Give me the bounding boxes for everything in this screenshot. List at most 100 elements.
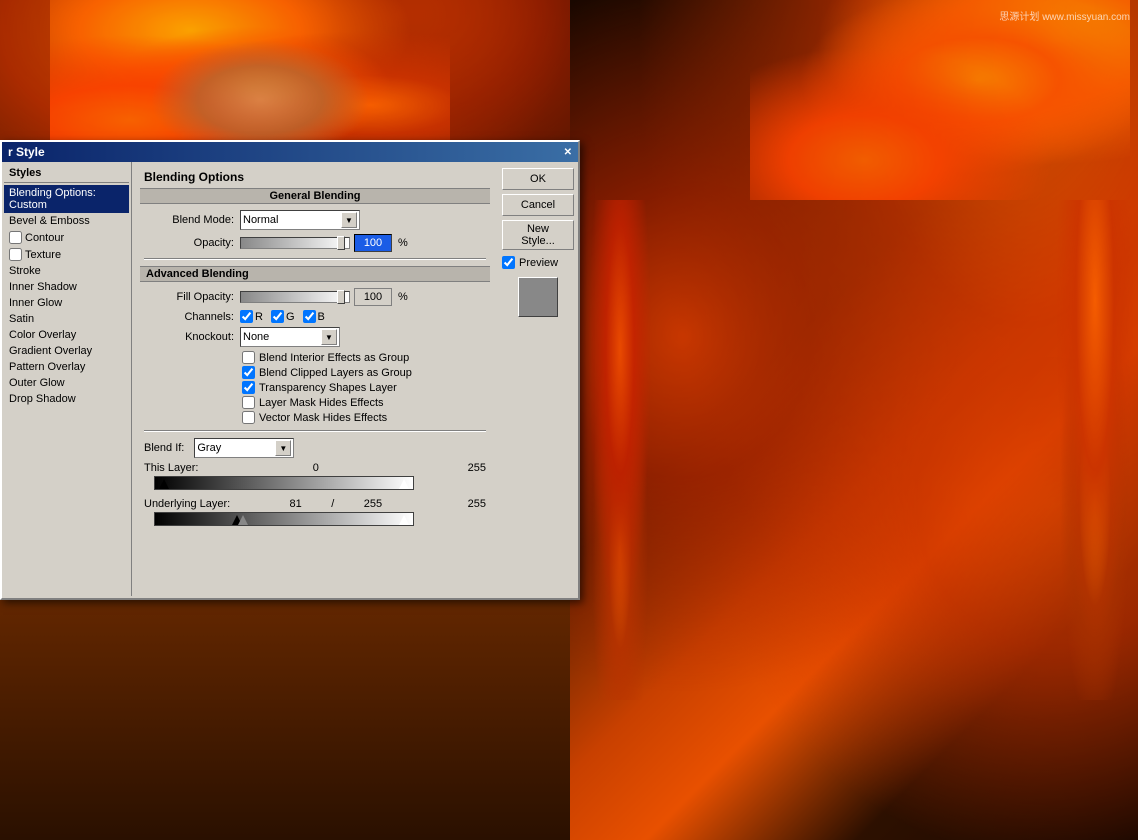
blend-if-arrow-icon[interactable]: ▼ bbox=[275, 440, 291, 456]
this-layer-slider-track[interactable] bbox=[154, 476, 414, 490]
texture-checkbox[interactable] bbox=[9, 248, 22, 261]
blend-mode-value: Normal bbox=[243, 214, 278, 226]
blend-mode-arrow-icon[interactable]: ▼ bbox=[341, 212, 357, 228]
vector-mask-row: Vector Mask Hides Effects bbox=[242, 411, 486, 424]
sidebar-item-blending-options[interactable]: Blending Options: Custom bbox=[4, 185, 129, 213]
fill-opacity-slider-container: % bbox=[240, 288, 408, 306]
preview-box bbox=[518, 277, 558, 317]
fill-opacity-input[interactable] bbox=[354, 288, 392, 306]
layer-style-dialog: r Style ✕ Styles Blending Options: Custo… bbox=[0, 140, 580, 600]
opacity-slider-track[interactable] bbox=[240, 237, 350, 249]
cancel-button[interactable]: Cancel bbox=[502, 194, 574, 216]
blend-interior-checkbox[interactable] bbox=[242, 351, 255, 364]
vector-mask-label: Vector Mask Hides Effects bbox=[259, 412, 387, 424]
blend-clipped-label: Blend Clipped Layers as Group bbox=[259, 367, 412, 379]
sidebar-item-label: Drop Shadow bbox=[9, 393, 76, 405]
sidebar-item-color-overlay[interactable]: Color Overlay bbox=[4, 327, 129, 343]
fire-right-side bbox=[1050, 200, 1138, 700]
channel-b-check: B bbox=[303, 310, 325, 323]
transparency-shapes-label: Transparency Shapes Layer bbox=[259, 382, 397, 394]
sidebar-item-label: Contour bbox=[25, 232, 64, 244]
sidebar-item-pattern-overlay[interactable]: Pattern Overlay bbox=[4, 359, 129, 375]
blend-if-dropdown[interactable]: Gray ▼ bbox=[194, 438, 294, 458]
underlying-thumb-mid[interactable] bbox=[238, 515, 248, 525]
blend-interior-row: Blend Interior Effects as Group bbox=[242, 351, 486, 364]
styles-header: Styles bbox=[4, 164, 129, 183]
sidebar-item-label: Stroke bbox=[9, 265, 41, 277]
close-icon[interactable]: ✕ bbox=[564, 147, 572, 158]
sidebar-item-outer-glow[interactable]: Outer Glow bbox=[4, 375, 129, 391]
new-style-button[interactable]: New Style... bbox=[502, 220, 574, 250]
fill-opacity-percent: % bbox=[398, 291, 408, 303]
vector-mask-checkbox[interactable] bbox=[242, 411, 255, 424]
underlying-mid: 255 bbox=[364, 498, 382, 510]
sidebar-item-inner-shadow[interactable]: Inner Shadow bbox=[4, 279, 129, 295]
watermark: 思源计划 www.missyuan.com bbox=[999, 8, 1130, 23]
this-layer-slider-container[interactable] bbox=[154, 476, 414, 490]
underlying-max: 255 bbox=[468, 498, 486, 510]
knockout-dropdown[interactable]: None ▼ bbox=[240, 327, 340, 347]
channel-b-checkbox[interactable] bbox=[303, 310, 316, 323]
blend-mode-dropdown[interactable]: Normal ▼ bbox=[240, 210, 360, 230]
knockout-arrow-icon[interactable]: ▼ bbox=[321, 329, 337, 345]
opacity-value-input[interactable] bbox=[354, 234, 392, 252]
channel-r-label: R bbox=[255, 311, 263, 323]
sidebar-item-inner-glow[interactable]: Inner Glow bbox=[4, 295, 129, 311]
sidebar-item-label: Satin bbox=[9, 313, 34, 325]
layer-mask-checkbox[interactable] bbox=[242, 396, 255, 409]
dialog-titlebar: r Style ✕ bbox=[2, 142, 578, 162]
underlying-thumb-right[interactable] bbox=[399, 515, 409, 525]
sidebar-item-gradient-overlay[interactable]: Gradient Overlay bbox=[4, 343, 129, 359]
preview-checkbox[interactable] bbox=[502, 256, 515, 269]
blend-clipped-checkbox[interactable] bbox=[242, 366, 255, 379]
channels-row: Channels: R G B bbox=[144, 310, 486, 323]
buttons-panel: OK Cancel New Style... Preview bbox=[498, 162, 578, 596]
channels-checkboxes: R G B bbox=[240, 310, 325, 323]
sidebar-item-contour[interactable]: Contour bbox=[4, 229, 129, 246]
ok-button[interactable]: OK bbox=[502, 168, 574, 190]
knockout-value: None bbox=[243, 331, 269, 343]
sidebar-item-label: Pattern Overlay bbox=[9, 361, 85, 373]
channel-g-checkbox[interactable] bbox=[271, 310, 284, 323]
layer-mask-row: Layer Mask Hides Effects bbox=[242, 396, 486, 409]
sidebar-item-texture[interactable]: Texture bbox=[4, 246, 129, 263]
underlying-layer-label: Underlying Layer: bbox=[144, 498, 244, 510]
blend-if-label: Blend If: bbox=[144, 442, 184, 454]
opacity-slider-thumb[interactable] bbox=[337, 236, 345, 250]
sidebar-item-bevel-emboss[interactable]: Bevel & Emboss bbox=[4, 213, 129, 229]
channel-g-check: G bbox=[271, 310, 295, 323]
layer-mask-label: Layer Mask Hides Effects bbox=[259, 397, 384, 409]
fill-opacity-row: Fill Opacity: % bbox=[144, 288, 486, 306]
sidebar-item-label: Bevel & Emboss bbox=[9, 215, 90, 227]
opacity-row: Opacity: % bbox=[144, 234, 486, 252]
main-content-area: Blending Options General Blending Blend … bbox=[132, 162, 498, 596]
blend-if-value: Gray bbox=[197, 442, 221, 454]
transparency-shapes-checkbox[interactable] bbox=[242, 381, 255, 394]
preview-label: Preview bbox=[519, 257, 558, 269]
sidebar-item-stroke[interactable]: Stroke bbox=[4, 263, 129, 279]
this-layer-label: This Layer: bbox=[144, 462, 244, 474]
blend-clipped-row: Blend Clipped Layers as Group bbox=[242, 366, 486, 379]
underlying-layer-slider-container[interactable] bbox=[154, 512, 414, 526]
sidebar-item-satin[interactable]: Satin bbox=[4, 311, 129, 327]
this-layer-thumb-left[interactable] bbox=[159, 479, 169, 489]
section-divider-1 bbox=[144, 258, 486, 260]
this-layer-thumb-right[interactable] bbox=[399, 479, 409, 489]
fire-left-side bbox=[580, 200, 660, 700]
channel-r-checkbox[interactable] bbox=[240, 310, 253, 323]
sidebar-item-label: Blending Options: Custom bbox=[9, 187, 96, 211]
sidebar-item-label: Outer Glow bbox=[9, 377, 65, 389]
section-divider-2 bbox=[144, 430, 486, 432]
styles-panel: Styles Blending Options: Custom Bevel & … bbox=[2, 162, 132, 596]
sidebar-item-drop-shadow[interactable]: Drop Shadow bbox=[4, 391, 129, 407]
fill-opacity-slider-track[interactable] bbox=[240, 291, 350, 303]
underlying-slider-track[interactable] bbox=[154, 512, 414, 526]
this-layer-max: 255 bbox=[468, 462, 486, 474]
advanced-blending-title: Advanced Blending bbox=[140, 266, 490, 282]
channel-g-label: G bbox=[286, 311, 295, 323]
contour-checkbox[interactable] bbox=[9, 231, 22, 244]
fill-opacity-thumb[interactable] bbox=[337, 290, 345, 304]
sidebar-item-label: Inner Glow bbox=[9, 297, 62, 309]
knockout-row: Knockout: None ▼ bbox=[144, 327, 486, 347]
underlying-layer-labels: Underlying Layer: 81 / 255 255 bbox=[144, 498, 486, 510]
